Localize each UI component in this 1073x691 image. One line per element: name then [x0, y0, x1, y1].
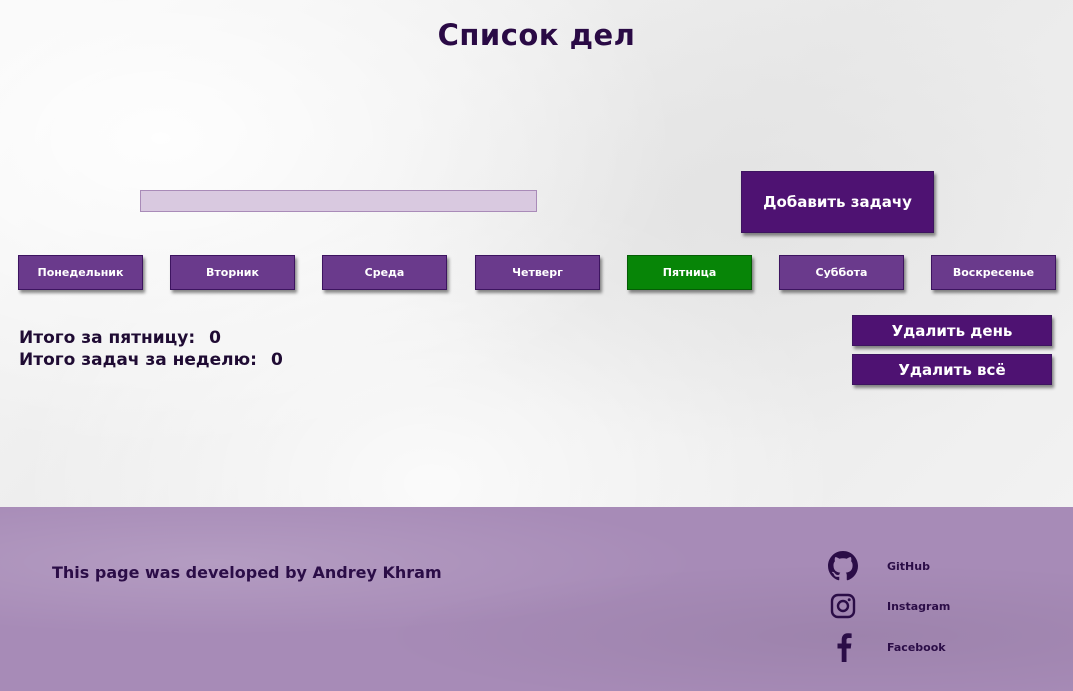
- github-link[interactable]: GitHub: [826, 549, 1026, 583]
- day-button-sunday[interactable]: Воскресенье: [931, 255, 1056, 290]
- instagram-label: Instagram: [887, 599, 951, 613]
- day-button-monday[interactable]: Понедельник: [18, 255, 143, 290]
- page-title: Список дел: [437, 18, 636, 52]
- main-section: Список дел Добавить задачу Понедельник В…: [0, 0, 1073, 507]
- week-total-value: 0: [270, 350, 283, 370]
- day-button-tuesday[interactable]: Вторник: [170, 255, 295, 290]
- facebook-link[interactable]: Facebook: [826, 630, 1026, 664]
- task-input[interactable]: [140, 190, 537, 212]
- instagram-link[interactable]: Instagram: [826, 589, 1026, 623]
- week-total-label: Итого задач за неделю:: [19, 350, 257, 370]
- instagram-icon: [826, 589, 860, 623]
- add-task-button[interactable]: Добавить задачу: [741, 171, 934, 233]
- footer-credit: This page was developed by Andrey Khram: [52, 563, 442, 582]
- day-total: Итого за пятницу: 0: [19, 328, 221, 348]
- day-button-saturday[interactable]: Суббота: [779, 255, 904, 290]
- day-button-friday[interactable]: Пятница: [627, 255, 752, 290]
- delete-all-button[interactable]: Удалить всё: [852, 354, 1052, 385]
- day-button-wednesday[interactable]: Среда: [322, 255, 447, 290]
- day-button-thursday[interactable]: Четверг: [475, 255, 600, 290]
- facebook-icon: [826, 630, 860, 664]
- day-total-label: Итого за пятницу:: [19, 328, 196, 348]
- footer: This page was developed by Andrey Khram …: [0, 507, 1073, 691]
- day-total-value: 0: [209, 328, 222, 348]
- github-label: GitHub: [887, 559, 930, 573]
- facebook-label: Facebook: [887, 640, 946, 654]
- delete-day-button[interactable]: Удалить день: [852, 315, 1052, 346]
- github-icon: [826, 549, 860, 583]
- week-total: Итого задач за неделю: 0: [19, 350, 283, 370]
